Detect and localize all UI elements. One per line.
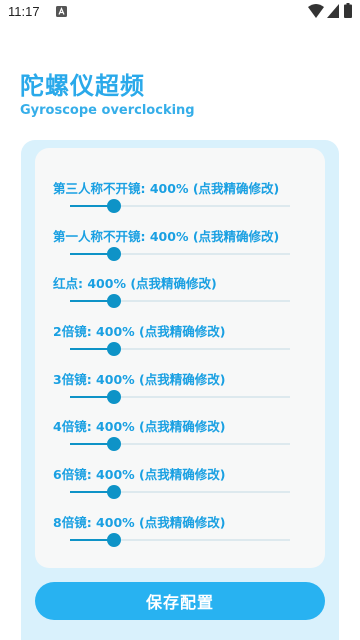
- save-config-button[interactable]: 保存配置: [35, 582, 325, 620]
- notification-icon: [56, 6, 67, 17]
- slider-2x-scope[interactable]: [70, 342, 290, 356]
- slider-thumb[interactable]: [107, 437, 121, 451]
- slider-label-4x-scope[interactable]: 4倍镜: 400% (点我精确修改): [53, 416, 225, 435]
- wifi-icon: [308, 4, 324, 18]
- slider-red-dot[interactable]: [70, 294, 290, 308]
- slider-thumb[interactable]: [107, 533, 121, 547]
- slider-4x-scope[interactable]: [70, 437, 290, 451]
- slider-thumb[interactable]: [107, 485, 121, 499]
- status-bar: 11:17: [0, 0, 360, 24]
- page-subtitle: Gyroscope overclocking: [20, 103, 195, 118]
- slider-label-6x-scope[interactable]: 6倍镜: 400% (点我精确修改): [53, 464, 225, 483]
- battery-icon: [344, 3, 352, 18]
- slider-3x-scope[interactable]: [70, 390, 290, 404]
- slider-label-red-dot[interactable]: 红点: 400% (点我精确修改): [53, 273, 217, 292]
- slider-6x-scope[interactable]: [70, 485, 290, 499]
- slider-thumb[interactable]: [107, 199, 121, 213]
- slider-label-2x-scope[interactable]: 2倍镜: 400% (点我精确修改): [53, 321, 225, 340]
- slider-thumb[interactable]: [107, 247, 121, 261]
- slider-label-8x-scope[interactable]: 8倍镜: 400% (点我精确修改): [53, 512, 225, 531]
- slider-thumb[interactable]: [107, 390, 121, 404]
- sliders-card: [35, 148, 325, 568]
- slider-first-person[interactable]: [70, 247, 290, 261]
- slider-thumb[interactable]: [107, 342, 121, 356]
- status-time: 11:17: [8, 4, 40, 19]
- slider-label-first-person[interactable]: 第一人称不开镜: 400% (点我精确修改): [53, 226, 279, 245]
- slider-third-person[interactable]: [70, 199, 290, 213]
- slider-8x-scope[interactable]: [70, 533, 290, 547]
- page-title: 陀螺仪超频: [20, 72, 145, 100]
- signal-icon: [327, 4, 339, 18]
- slider-thumb[interactable]: [107, 294, 121, 308]
- slider-label-third-person[interactable]: 第三人称不开镜: 400% (点我精确修改): [53, 178, 279, 197]
- slider-label-3x-scope[interactable]: 3倍镜: 400% (点我精确修改): [53, 369, 225, 388]
